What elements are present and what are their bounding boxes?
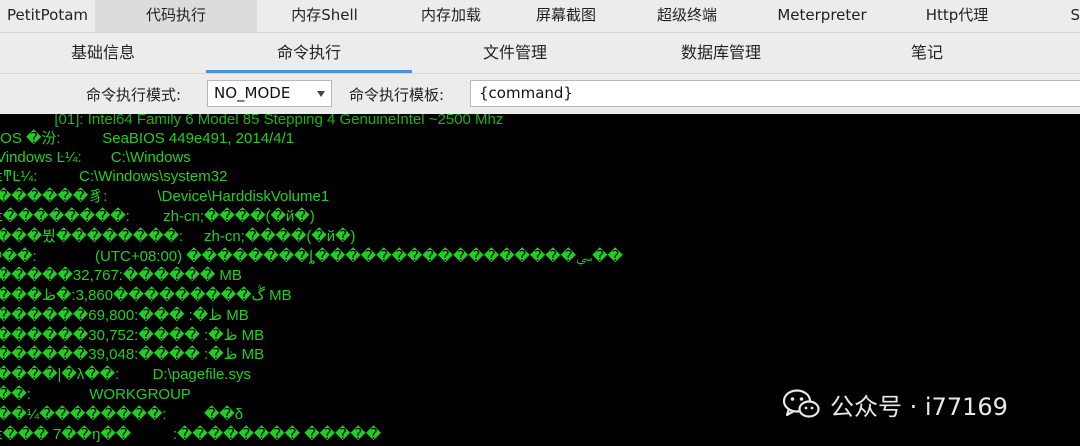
mode-label: 命令执行模式:	[86, 86, 182, 104]
sub-tab-bar: 基础信息 命令执行 文件管理 数据库管理 笔记	[0, 33, 1080, 73]
tab-s[interactable]: S	[1022, 0, 1080, 32]
wechat-icon	[782, 389, 820, 418]
terminal-line: �����32,767:������ MB	[0, 267, 242, 284]
tab-super-terminal[interactable]: 超级终端	[622, 0, 752, 32]
tab-screenshot[interactable]: 屏幕截图	[510, 0, 622, 32]
watermark-text: 公众号 · i77169	[830, 392, 1008, 421]
terminal-line: ������豸: \Device\HarddiskVolume1	[0, 188, 330, 205]
terminal-line: ϵͳĿ¼: C:\Windows\system32	[0, 168, 228, 185]
terminal-line: ϵ��� 7��ŋ�� :�������� �����	[0, 426, 382, 443]
terminal-line: ���ڴ���������3,860:�ظ MB	[0, 287, 292, 304]
terminal-line: ϵ��������: zh-cn;����(�й�)	[0, 208, 315, 225]
tab-http-proxy[interactable]: Http代理	[892, 0, 1022, 32]
tab-notes[interactable]: 笔记	[824, 33, 1030, 73]
terminal-line: ����|�λ��: D:\pagefile.sys	[0, 366, 251, 383]
tab-basic-info[interactable]: 基础信息	[0, 33, 206, 73]
tab-meterpreter[interactable]: Meterpreter	[752, 0, 892, 32]
watermark: 公众号 · i77169	[782, 386, 1008, 422]
tab-memory-load[interactable]: 内存加载	[392, 0, 510, 32]
template-label: 命令执行模板:	[349, 86, 445, 104]
terminal-line: [01]: Intel64 Family 6 Model 85 Stepping…	[0, 114, 504, 128]
terminal-line: ������39,048:���� :�ظ MB	[0, 346, 265, 363]
terminal-line: ������30,752:���� :�ظ MB	[0, 327, 265, 344]
chevron-down-icon[interactable]	[317, 91, 325, 97]
template-input[interactable]: {command}	[470, 80, 1080, 107]
tab-command-exec[interactable]: 命令执行	[206, 33, 412, 73]
terminal-line: ��¼��������: ��δ	[0, 406, 244, 423]
command-toolbar: 命令执行模式: NO_MODE 命令执行模板: {command}	[0, 73, 1080, 115]
tab-memory-shell[interactable]: 内存Shell	[257, 0, 392, 32]
terminal-line: ������69,800:��� :�ظ MB	[0, 307, 249, 324]
tab-petitpotam[interactable]: PetitPotam	[0, 0, 95, 32]
tab-db-manager[interactable]: 数据库管理	[618, 33, 824, 73]
mode-select[interactable]: NO_MODE	[207, 80, 332, 107]
terminal-line: Vindows Ŀ¼: C:\Windows	[0, 149, 191, 166]
terminal-line: IOS �汾: SeaBIOS 449e491, 2014/4/1	[0, 130, 295, 147]
terminal-line: ʱ��: (UTC+08:00) ��������ȴ��������������…	[0, 248, 623, 265]
terminal-line: ���뷨��������: zh-cn;����(�й�)	[0, 228, 356, 245]
terminal-line: ��: WORKGROUP	[0, 386, 191, 403]
mode-select-value: NO_MODE	[214, 84, 291, 102]
top-tab-bar: PetitPotam 代码执行 内存Shell 内存加载 屏幕截图 超级终端 M…	[0, 0, 1080, 33]
tab-code-exec[interactable]: 代码执行	[95, 0, 257, 32]
tab-file-manager[interactable]: 文件管理	[412, 33, 618, 73]
